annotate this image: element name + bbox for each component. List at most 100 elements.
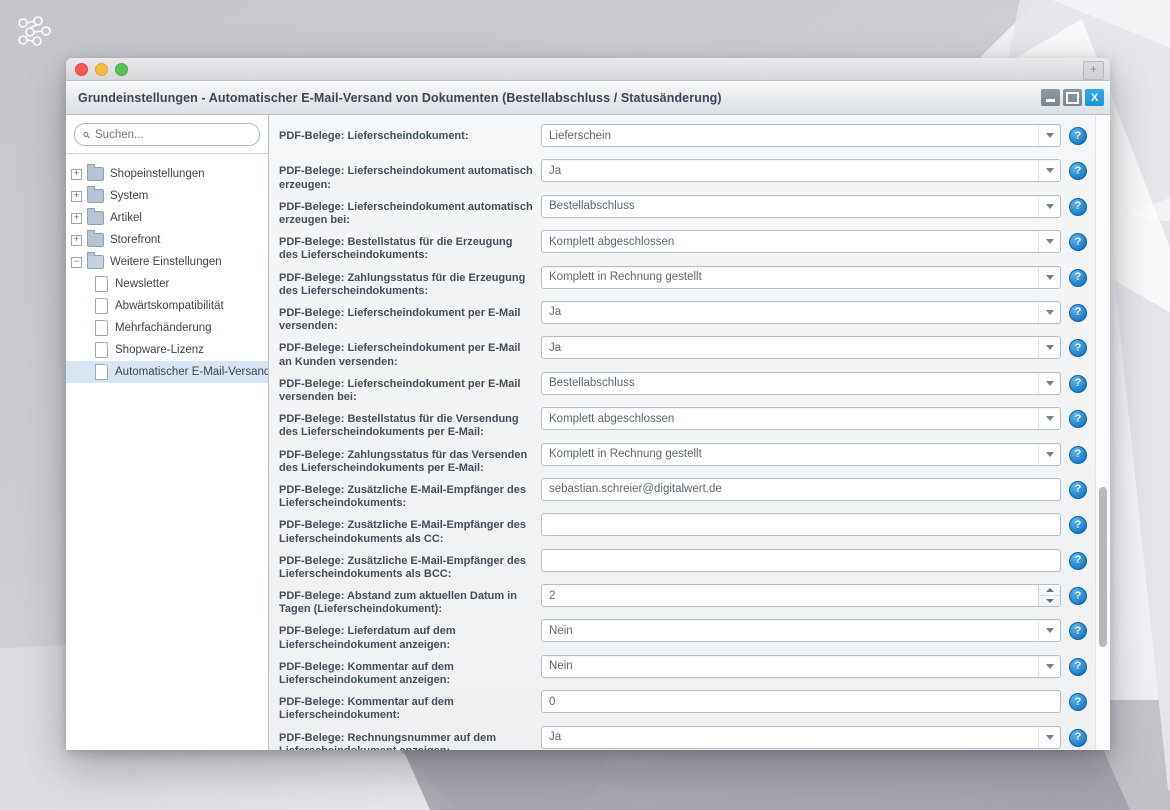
field-label: PDF-Belege: Kommentar auf dem Liefersche…: [279, 696, 454, 722]
help-icon[interactable]: ?: [1069, 303, 1087, 322]
form-row: PDF-Belege: Kommentar auf dem Liefersche…: [269, 654, 1095, 690]
tree-item-label: Storefront: [110, 234, 161, 246]
field-control: ?: [541, 548, 1095, 572]
select-field[interactable]: Ja: [541, 725, 1061, 749]
tree-item-7[interactable]: Mehrfachänderung: [66, 317, 268, 339]
expand-icon[interactable]: +: [71, 212, 82, 224]
help-icon[interactable]: ?: [1069, 445, 1087, 464]
select-field[interactable]: Nein: [541, 619, 1061, 643]
tree-item-3[interactable]: + Storefront: [66, 229, 268, 251]
text-field[interactable]: sebastian.schreier@digitalwert.de: [541, 477, 1061, 501]
text-field[interactable]: 0: [541, 690, 1061, 714]
help-icon[interactable]: ?: [1069, 516, 1087, 535]
select-field[interactable]: Komplett in Rechnung gestellt: [541, 442, 1061, 466]
select-field[interactable]: Ja: [541, 336, 1061, 360]
number-stepper[interactable]: [1038, 585, 1060, 607]
minimize-button[interactable]: [1041, 89, 1060, 106]
chevron-down-icon[interactable]: [1038, 231, 1060, 253]
tree-item-9[interactable]: Automatischer E-Mail-Versand: [66, 361, 268, 383]
help-icon[interactable]: ?: [1069, 622, 1087, 641]
help-icon[interactable]: ?: [1069, 268, 1087, 287]
chevron-down-icon[interactable]: [1038, 443, 1060, 465]
help-icon[interactable]: ?: [1069, 480, 1087, 499]
help-icon[interactable]: ?: [1069, 233, 1087, 252]
close-traffic-light[interactable]: [75, 62, 88, 76]
help-icon[interactable]: ?: [1069, 693, 1087, 712]
field-control: Lieferschein?: [541, 124, 1095, 147]
number-field[interactable]: 2: [541, 584, 1061, 608]
tree-item-1[interactable]: + System: [66, 185, 268, 207]
select-field[interactable]: Komplett abgeschlossen: [541, 407, 1061, 431]
expand-icon[interactable]: +: [71, 190, 82, 202]
zoom-traffic-light[interactable]: [115, 62, 128, 76]
search-container: [66, 115, 268, 154]
text-field[interactable]: [541, 548, 1061, 572]
settings-form: PDF-Belege: Lieferscheindokument: Liefers…: [269, 115, 1095, 750]
stepper-down-icon[interactable]: [1039, 596, 1060, 606]
select-field[interactable]: Komplett abgeschlossen: [541, 230, 1061, 254]
select-field[interactable]: Bestellabschluss: [541, 194, 1061, 218]
close-button[interactable]: X: [1085, 89, 1104, 106]
field-label: PDF-Belege: Lieferdatum auf dem Liefersc…: [279, 625, 456, 651]
help-icon[interactable]: ?: [1069, 657, 1087, 676]
new-tab-button[interactable]: +: [1083, 61, 1104, 80]
stepper-up-icon[interactable]: [1039, 585, 1060, 597]
tree-item-label: Shopeinstellungen: [110, 168, 205, 180]
field-value: Lieferschein: [549, 129, 612, 142]
help-icon[interactable]: ?: [1069, 127, 1087, 145]
help-icon[interactable]: ?: [1069, 374, 1087, 393]
field-control: Nein?: [541, 654, 1095, 678]
search-box[interactable]: [74, 123, 260, 146]
chevron-down-icon[interactable]: [1038, 125, 1060, 146]
tree-item-5[interactable]: Newsletter: [66, 273, 268, 295]
tree-item-label: Mehrfachänderung: [115, 322, 212, 334]
tree-item-2[interactable]: + Artikel: [66, 207, 268, 229]
tree-item-0[interactable]: + Shopeinstellungen: [66, 163, 268, 185]
folder-icon: [87, 164, 104, 181]
help-icon[interactable]: ?: [1069, 410, 1087, 429]
form-row: PDF-Belege: Zusätzliche E-Mail-Empfänger…: [269, 548, 1095, 584]
select-field[interactable]: Ja: [541, 159, 1061, 183]
chevron-down-icon[interactable]: [1038, 620, 1060, 642]
help-icon[interactable]: ?: [1069, 551, 1087, 570]
vertical-scrollbar[interactable]: [1095, 115, 1110, 750]
select-field[interactable]: Lieferschein: [541, 124, 1061, 147]
chevron-down-icon[interactable]: [1038, 726, 1060, 748]
help-icon[interactable]: ?: [1069, 728, 1087, 747]
form-row: PDF-Belege: Bestellstatus für die Versen…: [269, 407, 1095, 442]
form-row: PDF-Belege: Zusätzliche E-Mail-Empfänger…: [269, 513, 1095, 548]
form-row: PDF-Belege: Rechnungsnummer auf dem Lief…: [269, 725, 1095, 750]
help-icon[interactable]: ?: [1069, 339, 1087, 358]
search-input[interactable]: [90, 127, 251, 142]
minimize-traffic-light[interactable]: [95, 62, 108, 76]
select-field[interactable]: Bestellabschluss: [541, 371, 1061, 395]
maximize-button[interactable]: [1063, 89, 1082, 106]
form-row: PDF-Belege: Zahlungsstatus für das Verse…: [269, 442, 1095, 478]
help-icon[interactable]: ?: [1069, 587, 1087, 606]
tree-item-4[interactable]: − Weitere Einstellungen: [66, 251, 268, 273]
select-field[interactable]: Nein: [541, 654, 1061, 678]
field-value: Komplett in Rechnung gestellt: [549, 448, 702, 461]
chevron-down-icon[interactable]: [1038, 266, 1060, 288]
chevron-down-icon[interactable]: [1038, 408, 1060, 430]
tree-item-8[interactable]: Shopware-Lizenz: [66, 339, 268, 361]
expand-icon[interactable]: +: [71, 168, 82, 180]
expand-icon[interactable]: +: [71, 234, 82, 246]
text-field[interactable]: [541, 513, 1061, 537]
help-icon[interactable]: ?: [1069, 162, 1087, 181]
select-field[interactable]: Komplett in Rechnung gestellt: [541, 265, 1061, 289]
minimize-icon: [1046, 98, 1055, 102]
chevron-down-icon[interactable]: [1038, 301, 1060, 323]
chevron-down-icon[interactable]: [1038, 655, 1060, 677]
field-label: PDF-Belege: Zusätzliche E-Mail-Empfänger…: [279, 519, 526, 545]
folder-icon: [87, 230, 104, 247]
chevron-down-icon[interactable]: [1038, 160, 1060, 182]
chevron-down-icon[interactable]: [1038, 195, 1060, 217]
chevron-down-icon[interactable]: [1038, 337, 1060, 359]
collapse-icon[interactable]: −: [71, 256, 82, 268]
help-icon[interactable]: ?: [1069, 197, 1087, 216]
select-field[interactable]: Ja: [541, 300, 1061, 324]
scrollbar-thumb[interactable]: [1099, 487, 1107, 647]
chevron-down-icon[interactable]: [1038, 372, 1060, 394]
tree-item-6[interactable]: Abwärtskompatibilität: [66, 295, 268, 317]
